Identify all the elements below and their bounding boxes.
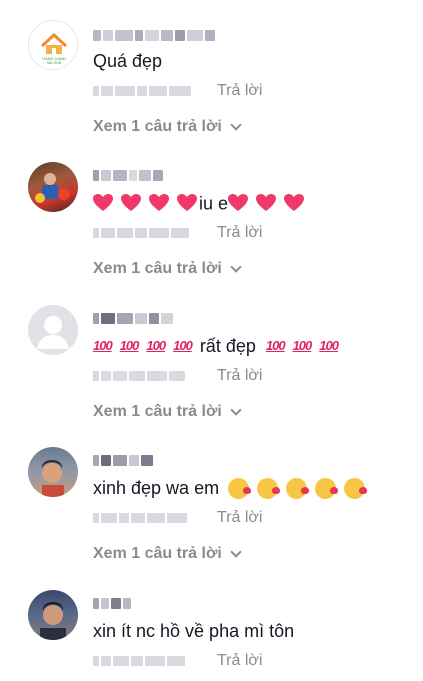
avatar[interactable] [28,590,78,640]
heart-emoji-icon [93,194,113,212]
heart-emoji-icon [256,194,277,212]
hundred-points-emoji-icon: 100 [93,338,113,354]
view-replies-button[interactable]: Xem 1 câu trả lời [93,545,242,563]
person-photo-icon [40,602,66,640]
chevron-down-icon [230,404,242,416]
username-redacted[interactable] [93,596,131,610]
heart-emoji-icon [149,194,169,212]
reply-button[interactable]: Trả lời [217,367,262,385]
comment-text: xinh đẹp wa em [93,476,368,499]
view-replies-label: Xem 1 câu trả lời [93,545,222,562]
comment-meta: Trả lời [93,508,262,528]
timestamp-redacted [93,371,203,381]
timestamp-redacted [93,228,203,238]
hundred-points-emoji-icon: 100 [146,338,166,354]
comment-text: xin ít nc hồ về pha mì tôn [93,621,295,641]
kiss-face-emoji-icon [286,477,310,499]
house-logo-icon: HÀNG XANH SÀI GÒN [30,22,77,69]
hundred-points-emoji-icon: 100 [319,338,339,354]
comment-meta: Trả lời [93,223,262,243]
comment-text: 100 100 100 100 rất đẹp 100 100 100 [93,334,346,357]
view-replies-label: Xem 1 câu trả lời [93,118,222,135]
hundred-points-emoji-icon: 100 [292,338,313,354]
default-user-icon [37,316,69,349]
kiss-face-emoji-icon [344,477,368,499]
reply-button[interactable]: Trả lời [217,509,262,527]
view-replies-button[interactable]: Xem 1 câu trả lời [93,260,242,278]
avatar[interactable]: HÀNG XANH SÀI GÒN [28,20,78,70]
comment-text: Quá đẹp [93,51,163,71]
username-redacted[interactable] [93,311,173,325]
hundred-points-emoji-icon: 100 [173,338,193,354]
avatar[interactable] [28,447,78,497]
chevron-down-icon [230,546,242,558]
reply-button[interactable]: Trả lời [217,652,262,670]
chevron-down-icon [230,119,242,131]
avatar[interactable] [28,305,78,355]
username-redacted[interactable] [93,168,163,182]
comment-text-words: iu e [199,193,229,214]
svg-text:SÀI GÒN: SÀI GÒN [47,60,62,65]
hundred-points-emoji-icon: 100 [265,338,286,354]
heart-emoji-icon [284,194,305,212]
hundred-points-emoji-icon: 100 [119,338,140,354]
comment-meta: Trả lời [93,81,262,101]
view-replies-label: Xem 1 câu trả lời [93,403,222,420]
view-replies-button[interactable]: Xem 1 câu trả lời [93,403,242,421]
username-redacted[interactable] [93,453,153,467]
reply-button[interactable]: Trả lời [217,82,262,100]
person-photo-icon [35,173,70,203]
comment-text-words: rất đẹp [199,336,256,357]
person-photo-icon [42,460,64,497]
kiss-face-emoji-icon [228,477,252,499]
comment-meta: Trả lời [93,366,262,386]
heart-emoji-icon [121,194,141,212]
heart-emoji-icon [228,194,249,212]
username-redacted[interactable] [93,28,215,42]
view-replies-label: Xem 1 câu trả lời [93,260,222,277]
kiss-face-emoji-icon [315,477,339,499]
avatar[interactable] [28,162,78,212]
view-replies-button[interactable]: Xem 1 câu trả lời [93,118,242,136]
comment-text: iu e [93,191,312,214]
reply-button[interactable]: Trả lời [217,224,262,242]
heart-emoji-icon [177,194,197,212]
timestamp-redacted [93,656,203,666]
timestamp-redacted [93,86,203,96]
kiss-face-emoji-icon [257,477,281,499]
timestamp-redacted [93,513,203,523]
chevron-down-icon [230,261,242,273]
comment-text-words: xinh đẹp wa em [93,478,220,499]
comment-meta: Trả lời [93,651,262,671]
